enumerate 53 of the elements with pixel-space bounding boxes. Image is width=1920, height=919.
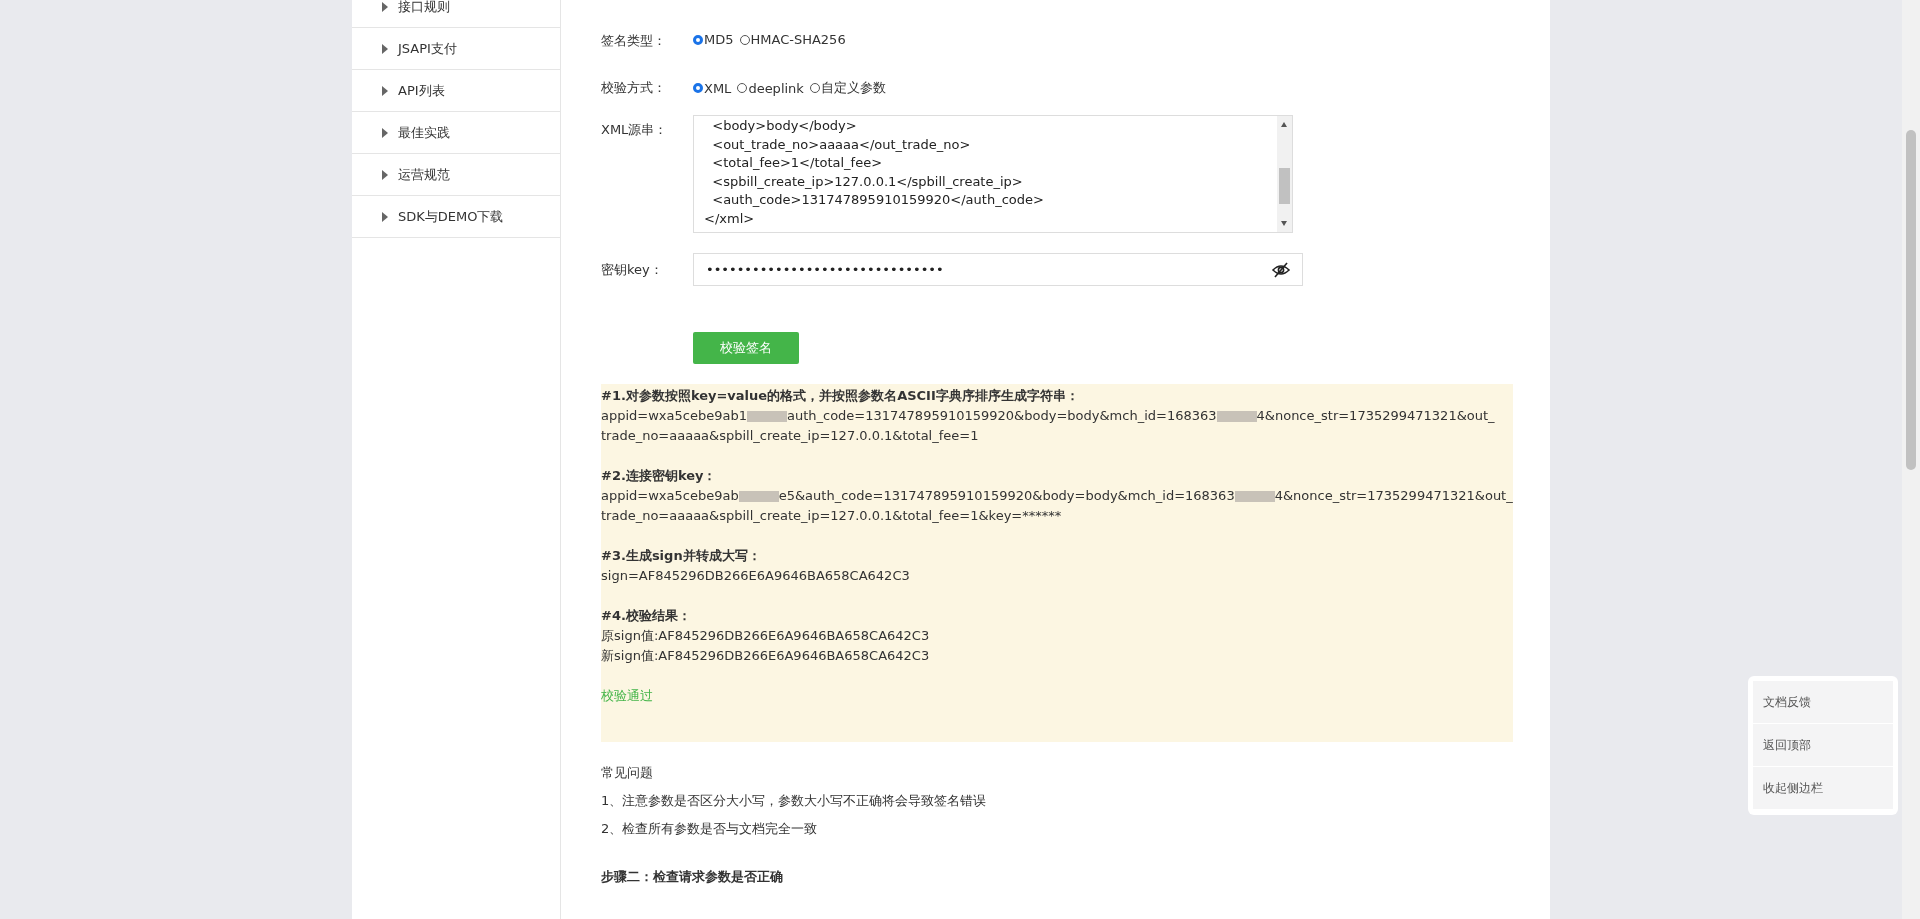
blurred-text [746,411,787,422]
blurred-text [1234,491,1275,502]
caret-icon [382,127,388,138]
field-label: 校验方式： [601,79,667,97]
faq-title: 常见问题 [601,764,654,782]
sidebar-item[interactable]: 接口规则 [352,0,560,28]
password-field[interactable]: ••••••••••••••••••••••••••••••• [693,253,1303,286]
blurred-text [738,491,779,502]
sidebar-item[interactable]: API列表 [352,70,560,112]
result-text: 新sign值:AF845296DB266E6A9646BA658CA642C3 [601,648,930,663]
float-button[interactable]: 收起侧边栏 [1753,767,1893,810]
xml-textarea[interactable]: <body>body</body> <out_trade_no>aaaaa</out_trade_no> <total_fee>1</total_fee> <spbill_create_ip>127.0.0.1</spbill_create_ip> <auth_code>131747895910159920</auth_code> </xml> [693,115,1293,233]
result-status: 校验通过 [601,687,654,705]
result-text: sign=AF845296DB266E6A9646BA658CA642C3 [601,568,910,583]
caret-icon [382,1,388,12]
result-text: 4&nonce_str=1735299471321&out_ [1274,488,1513,503]
eye-slash-icon[interactable] [1272,261,1290,278]
caret-icon [382,211,388,222]
radio-option[interactable]: HMAC-SHA256 [739,32,846,47]
field-label: XML源串： [601,121,669,139]
blurred-text [1216,411,1257,422]
result-text: appid=wxa5cebe9ab [601,488,739,503]
radio-option[interactable]: deeplink [737,79,804,97]
result-text: e5&auth_code=131747895910159920&body=body&mch_id=168363 [778,488,1235,503]
caret-icon [382,85,388,96]
result-text: trade_no=aaaaa&spbill_create_ip=127.0.0.1&total_fee=1&key=****** [601,508,1062,523]
radio-option[interactable]: XML [693,79,732,97]
sidebar-item[interactable]: 最佳实践 [352,112,560,154]
result-text: 原sign值:AF845296DB266E6A9646BA658CA642C3 [601,628,930,643]
result-text: trade_no=aaaaa&spbill_create_ip=127.0.0.1&total_fee=1 [601,428,979,443]
step-title: #2.连接密钥key： [601,467,718,485]
caret-icon [382,169,388,180]
scrollbar[interactable] [1277,116,1292,232]
result-text: 4&nonce_str=1735299471321&out_ [1256,408,1495,423]
sidebar-item[interactable]: SDK与DEMO下载 [352,196,560,238]
field-label: 密钥key： [601,260,664,279]
caret-icon [382,43,388,54]
radio-option[interactable]: 自定义参数 [809,79,886,97]
result-text: appid=wxa5cebe9ab1 [601,408,747,423]
step-title: #3.生成sign并转成大写： [601,547,762,565]
page-scrollbar[interactable] [1902,0,1920,919]
float-button[interactable]: 返回顶部 [1753,724,1893,767]
field-label: 签名类型： [601,32,667,50]
float-button[interactable]: 文档反馈 [1753,681,1893,724]
step-title: #1.对参数按照key=value的格式，并按照参数名ASCII字典序排序生成字符串： [601,387,1080,405]
sidebar-item[interactable]: JSAPI支付 [352,28,560,70]
section-heading: 步骤二：检查请求参数是否正确 [601,868,784,886]
step-title: #4.校验结果： [601,607,692,625]
sidebar-item[interactable]: 运营规范 [352,154,560,196]
faq-item: 2、检查所有参数是否与文档完全一致 [601,820,819,838]
faq-item: 1、注意参数是否区分大小写，参数大小写不正确将会导致签名错误 [601,792,988,810]
radio-option[interactable]: MD5 [693,32,734,47]
result-text: auth_code=131747895910159920&body=body&mch_id=168363 [786,408,1217,423]
